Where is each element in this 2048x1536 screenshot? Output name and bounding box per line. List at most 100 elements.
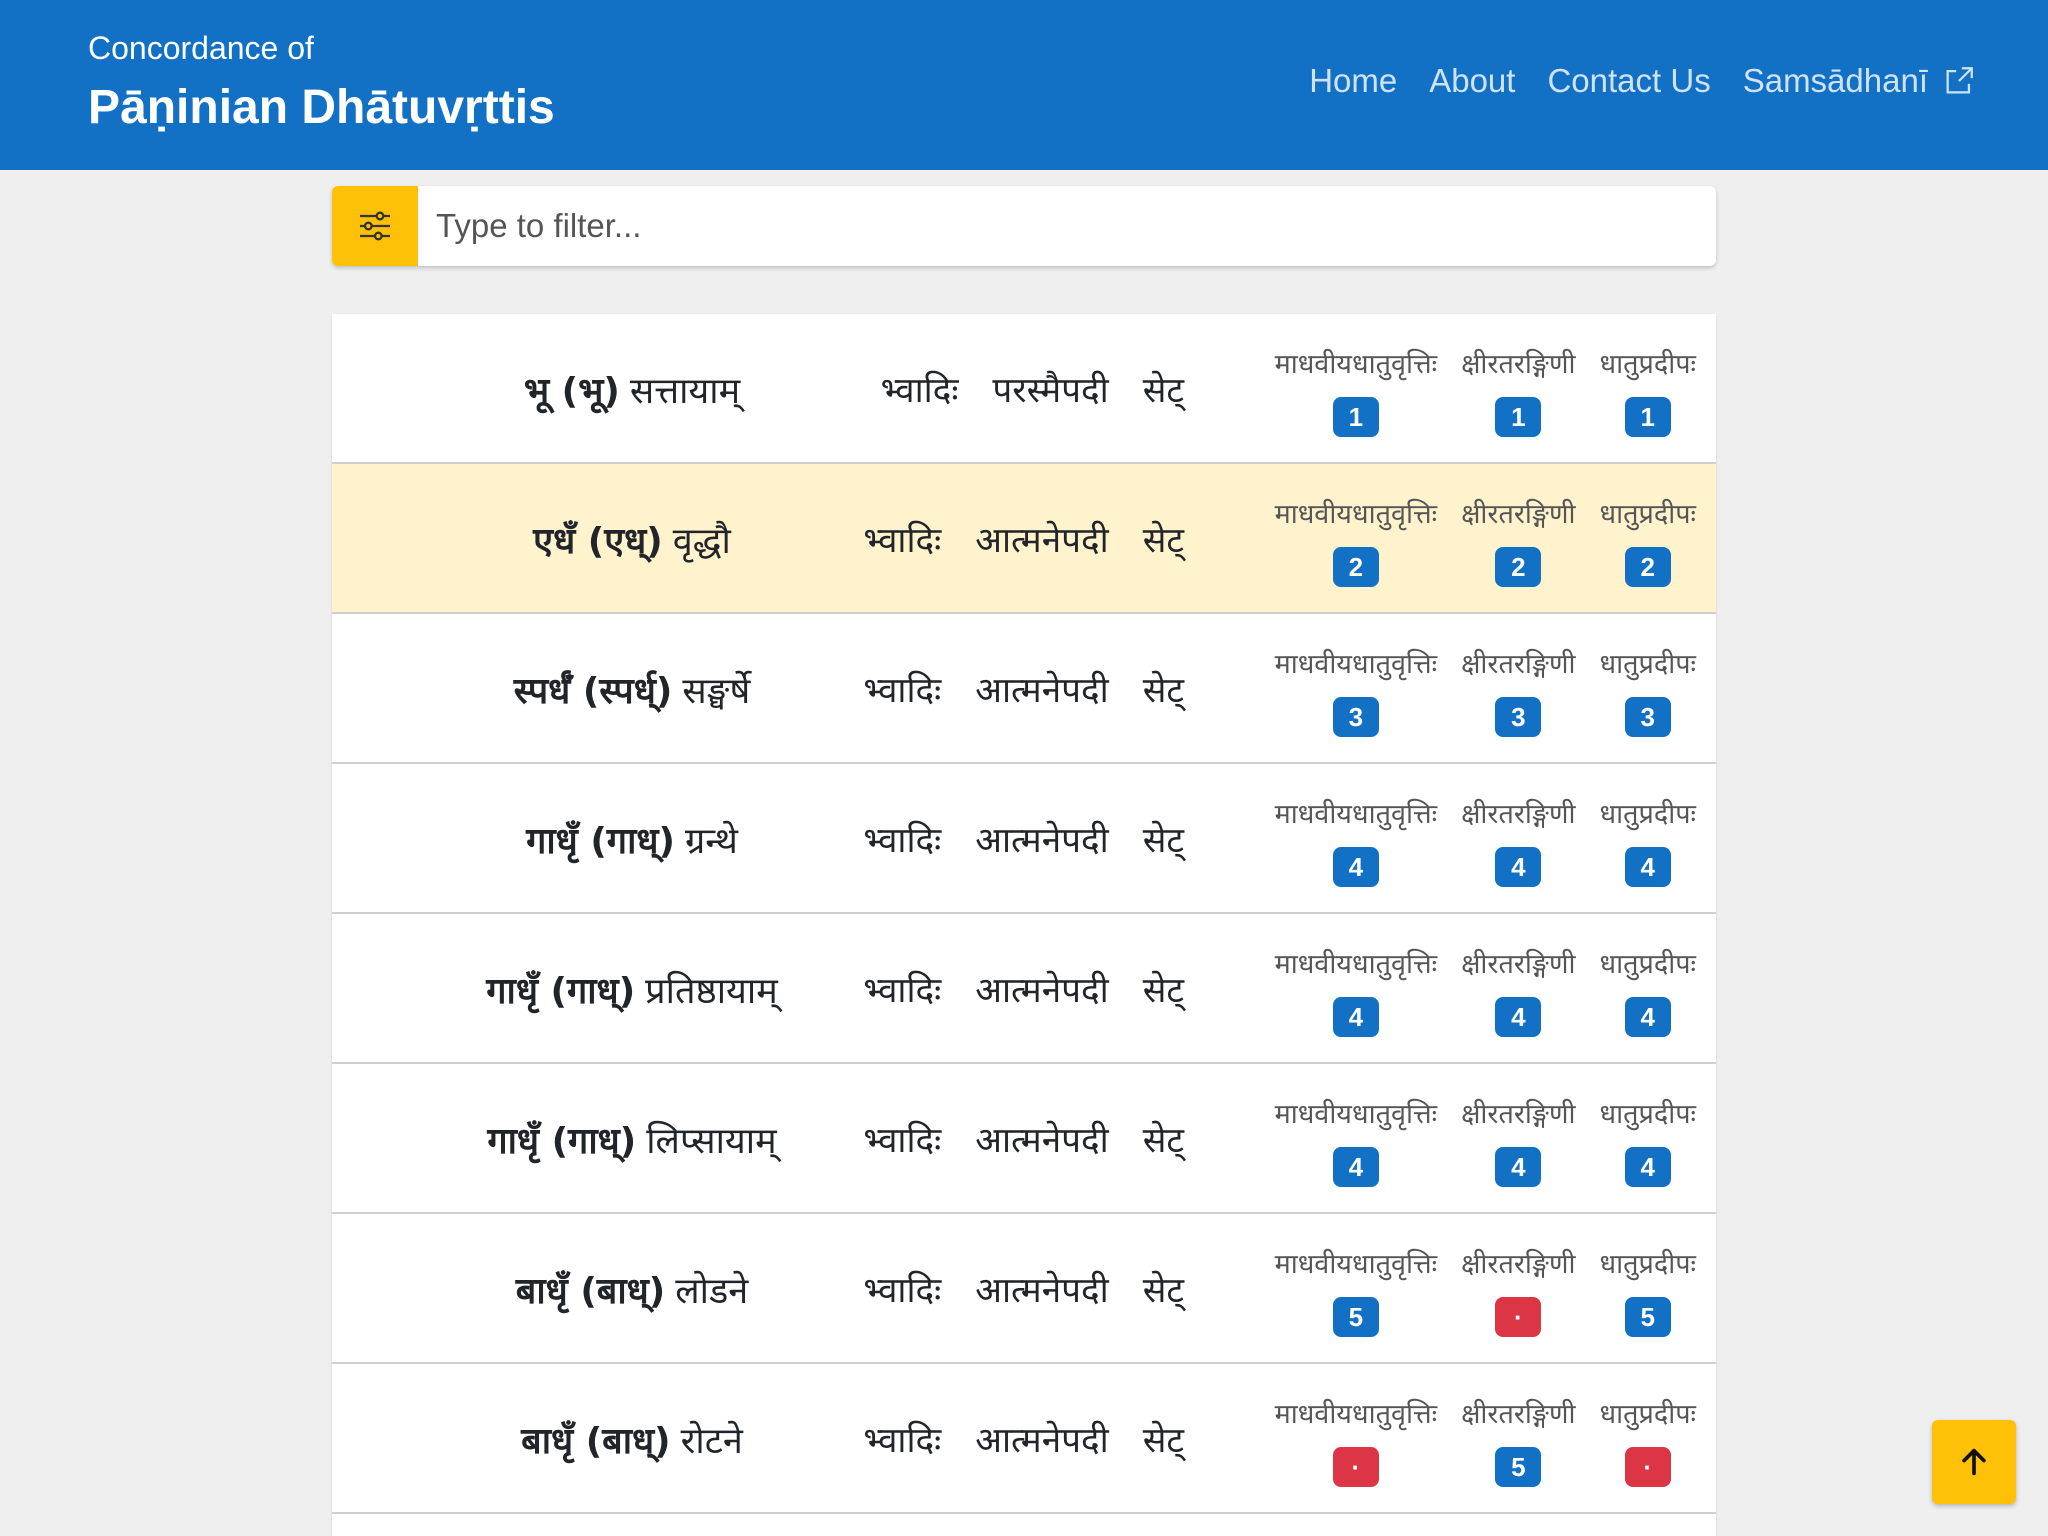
ref-group: माधवीयधातुवृत्तिः 3 क्षीरतरङ्गिणी 3 धातुप्… xyxy=(1275,614,1696,764)
brand-subtitle[interactable]: Concordance of xyxy=(88,30,314,67)
dhatu-meta: भ्वादिः आत्मनेपदी सेट् xyxy=(863,914,1184,1064)
dhatu-name: गाधृँ (गाध्) xyxy=(486,970,636,1012)
root-cell: बाधृँ (बाध्) लोडने xyxy=(372,1214,892,1364)
ref-badge[interactable]: 1 xyxy=(1332,397,1379,437)
ref-label: क्षीरतरङ्गिणी xyxy=(1461,799,1576,830)
ref-label: क्षीरतरङ्गिणी xyxy=(1461,1249,1576,1280)
ref-badge[interactable]: 5 xyxy=(1332,1297,1379,1337)
dhatu-row[interactable]: गाधृँ (गाध्) ग्रन्थे भ्वादिः आत्मनेपदी सेट्… xyxy=(332,764,1716,914)
ref-group: माधवीयधातुवृत्तिः · क्षीरतरङ्गिणी 5 धातुप्… xyxy=(1275,1364,1696,1514)
ref-badge[interactable]: 4 xyxy=(1332,997,1379,1037)
ref-kshiratarangini: क्षीरतरङ्गिणी 4 xyxy=(1461,764,1576,914)
ref-badge[interactable]: 4 xyxy=(1495,997,1542,1037)
gana: भ्वादिः xyxy=(863,670,942,711)
ref-badge[interactable]: 4 xyxy=(1495,1147,1542,1187)
dhatu-meaning: रोटने xyxy=(680,1420,743,1462)
ref-group: माधवीयधातुवृत्तिः 5 क्षीरतरङ्गिणी · धातुप्… xyxy=(1275,1214,1696,1364)
dhatu-row[interactable]: बाधृँ (बाध्) लोडने भ्वादिः आत्मनेपदी सेट् म… xyxy=(332,1214,1716,1364)
brand-title[interactable]: Pāṇinian Dhātuvṛttis xyxy=(88,80,555,135)
ref-label: माधवीयधातुवृत्तिः xyxy=(1274,349,1438,380)
ref-label: क्षीरतरङ्गिणी xyxy=(1461,649,1576,680)
dhatu-row[interactable]: भू (भू) सत्तायाम् भ्वादिः परस्मैपदी सेट् मा… xyxy=(332,314,1716,464)
ref-badge[interactable]: 4 xyxy=(1624,1147,1671,1187)
ref-madhaviya: माधवीयधातुवृत्तिः · xyxy=(1274,1364,1438,1514)
nav-links: Home About Contact Us Samsādhanī xyxy=(1309,62,1976,100)
it-type: सेट् xyxy=(1142,1420,1184,1461)
dhatu-row[interactable]: स्पर्धँ (स्पर्ध्) सङ्घर्षे भ्वादिः आत्मनेप… xyxy=(332,614,1716,764)
ref-madhaviya: माधवीयधातुवृत्तिः 1 xyxy=(1274,314,1438,464)
ref-label: माधवीयधातुवृत्तिः xyxy=(1274,949,1438,980)
ref-kshiratarangini: क्षीरतरङ्गिणी 1 xyxy=(1461,314,1576,464)
ref-label: धातुप्रदीपः xyxy=(1599,799,1696,830)
ref-badge[interactable]: 2 xyxy=(1332,547,1379,587)
filter-input[interactable] xyxy=(418,186,1716,266)
ref-badge[interactable]: 2 xyxy=(1624,547,1671,587)
pada: आत्मनेपदी xyxy=(975,520,1109,561)
dhatu-meaning: लोडने xyxy=(675,1270,749,1312)
dhatu-meta: भ्वादिः आत्मनेपदी सेट् xyxy=(863,764,1184,914)
dhatu-meta: भ्वादिः आत्मनेपदी सेट् xyxy=(863,464,1184,614)
ref-kshiratarangini: क्षीरतरङ्गिणी 4 xyxy=(1461,1064,1576,1214)
scroll-to-top-button[interactable] xyxy=(1932,1420,2016,1504)
pada: आत्मनेपदी xyxy=(975,670,1109,711)
pada: परस्मैपदी xyxy=(992,370,1109,411)
pada: आत्मनेपदी xyxy=(975,1270,1109,1311)
ref-badge[interactable]: 4 xyxy=(1624,997,1671,1037)
ref-group: माधवीयधातुवृत्तिः 4 क्षीरतरङ्गिणी 4 धातुप्… xyxy=(1275,764,1696,914)
ref-label: क्षीरतरङ्गिणी xyxy=(1461,349,1576,380)
ref-label: क्षीरतरङ्गिणी xyxy=(1461,1099,1576,1130)
it-type: सेट् xyxy=(1142,520,1184,561)
navbar: Concordance of Pāṇinian Dhātuvṛttis Home… xyxy=(0,0,2048,170)
pada: आत्मनेपदी xyxy=(975,820,1109,861)
ref-badge[interactable]: 5 xyxy=(1624,1297,1671,1337)
ref-badge[interactable]: 1 xyxy=(1624,397,1671,437)
ref-badge[interactable]: 5 xyxy=(1495,1447,1542,1487)
it-type: सेट् xyxy=(1142,670,1184,711)
nav-about-link[interactable]: About xyxy=(1429,62,1515,100)
ref-label: धातुप्रदीपः xyxy=(1599,499,1696,530)
ref-badge[interactable]: 3 xyxy=(1332,697,1379,737)
dhatu-row[interactable]: गाधृँ (गाध्) प्रतिष्ठायाम् भ्वादिः आत्मनेप… xyxy=(332,914,1716,1064)
dhatu-list: भू (भू) सत्तायाम् भ्वादिः परस्मैपदी सेट् मा… xyxy=(332,314,1716,1536)
filter-icon[interactable] xyxy=(332,186,418,266)
root-cell: बाधृँ (बाध्) रोटने xyxy=(372,1364,892,1514)
ref-kshiratarangini: क्षीरतरङ्गिणी · xyxy=(1461,1214,1576,1364)
ref-group: माधवीयधातुवृत्तिः 2 क्षीरतरङ्गिणी 2 धातुप्… xyxy=(1275,464,1696,614)
dhatu-name: बाधृँ (बाध्) xyxy=(515,1270,666,1312)
ref-label: माधवीयधातुवृत्तिः xyxy=(1274,799,1438,830)
dhatu-meaning: प्रतिष्ठायाम् xyxy=(645,970,778,1012)
nav-contact-link[interactable]: Contact Us xyxy=(1547,62,1710,100)
nav-samsadhani-link[interactable]: Samsādhanī xyxy=(1743,62,1976,100)
ref-madhaviya: माधवीयधातुवृत्तिः 2 xyxy=(1275,464,1437,614)
ref-label: माधवीयधातुवृत्तिः xyxy=(1274,1399,1438,1430)
ref-badge[interactable]: 4 xyxy=(1624,847,1671,887)
ref-madhaviya: माधवीयधातुवृत्तिः 3 xyxy=(1275,614,1437,764)
ref-label: क्षीरतरङ्गिणी xyxy=(1461,949,1576,980)
ref-label: माधवीयधातुवृत्तिः xyxy=(1274,1099,1438,1130)
nav-home-link[interactable]: Home xyxy=(1309,62,1397,100)
ref-badge-missing: · xyxy=(1332,1447,1379,1487)
root-cell: स्पर्धँ (स्पर्ध्) सङ्घर्षे xyxy=(372,614,892,764)
ref-badge[interactable]: 3 xyxy=(1495,697,1542,737)
dhatu-row[interactable]: गाधृँ (गाध्) लिप्सायाम् भ्वादिः आत्मनेपदी स… xyxy=(332,1064,1716,1214)
ref-badge[interactable]: 4 xyxy=(1332,1147,1379,1187)
ref-label: माधवीयधातुवृत्तिः xyxy=(1274,1249,1438,1280)
ref-label: धातुप्रदीपः xyxy=(1599,949,1696,980)
ref-badge[interactable]: 4 xyxy=(1495,847,1542,887)
dhatu-meta: भ्वादिः परस्मैपदी सेट् xyxy=(881,314,1184,464)
ref-madhaviya: माधवीयधातुवृत्तिः 4 xyxy=(1274,914,1438,1064)
root-cell: गाधृँ (गाध्) ग्रन्थे xyxy=(372,764,892,914)
gana: भ्वादिः xyxy=(880,370,959,411)
ref-badge[interactable]: 3 xyxy=(1624,697,1671,737)
pada: आत्मनेपदी xyxy=(975,1420,1109,1461)
ref-badge[interactable]: 4 xyxy=(1332,847,1379,887)
dhatu-row[interactable]: एधँ (एध्) वृद्धौ भ्वादिः आत्मनेपदी सेट् माध… xyxy=(332,464,1716,614)
ref-madhaviya: माधवीयधातुवृत्तिः 5 xyxy=(1274,1214,1438,1364)
it-type: सेट् xyxy=(1142,970,1184,1011)
ref-badge[interactable]: 1 xyxy=(1495,397,1542,437)
it-type: सेट् xyxy=(1142,820,1184,861)
ref-badge[interactable]: 2 xyxy=(1495,547,1542,587)
ref-label: क्षीरतरङ्गिणी xyxy=(1461,1399,1576,1430)
gana: भ्वादिः xyxy=(863,820,942,861)
dhatu-row[interactable]: बाधृँ (बाध्) रोटने भ्वादिः आत्मनेपदी सेट् म… xyxy=(332,1364,1716,1514)
